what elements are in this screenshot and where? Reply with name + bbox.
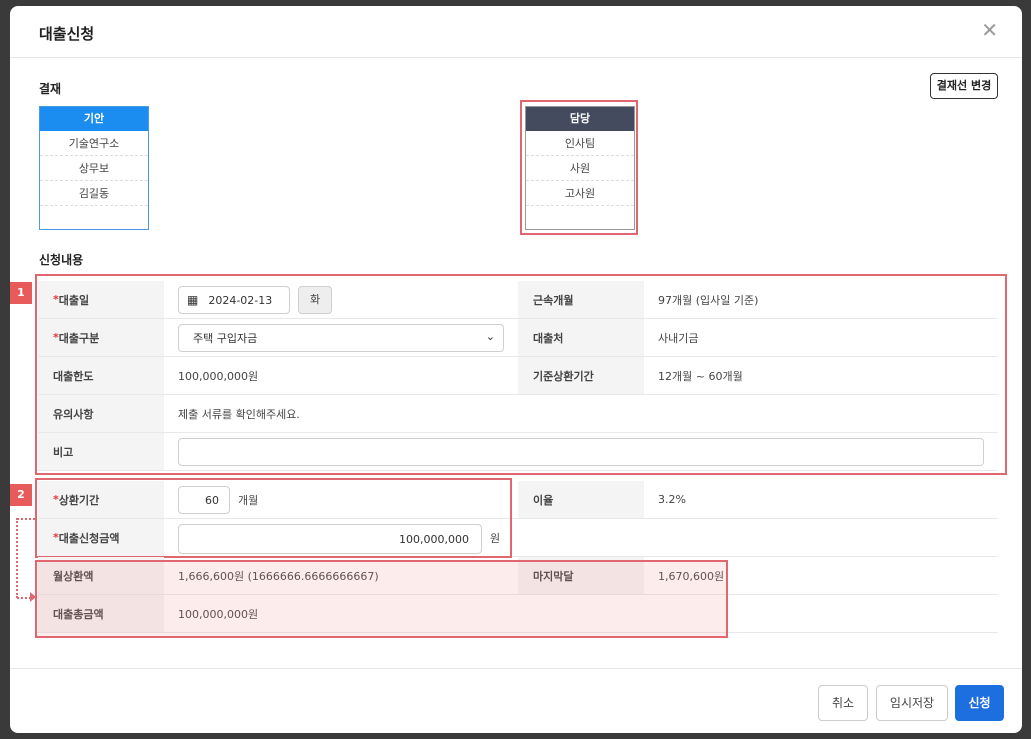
approval-section-label: 결재 — [39, 82, 62, 96]
content-section-label: 신청내용 — [39, 253, 84, 267]
modal-footer: 취소 임시저장 신청 — [10, 668, 1022, 733]
loan-application-modal: 대출신청 ✕ 결재 결재선 변경 기안 기술연구소 상무보 김길동 담당 인사팀… — [10, 6, 1022, 733]
charge-highlight — [520, 100, 638, 235]
draft-approval-box: 기안 기술연구소 상무보 김길동 — [39, 106, 149, 230]
save-draft-button[interactable]: 임시저장 — [876, 685, 948, 721]
submit-button[interactable]: 신청 — [955, 685, 1004, 721]
badge-1: 1 — [10, 282, 32, 304]
draft-row-position: 상무보 — [40, 156, 148, 181]
highlight-box-1 — [35, 274, 1007, 475]
draft-header: 기안 — [40, 107, 148, 131]
interest-label: 이율 — [518, 481, 644, 518]
close-icon[interactable]: ✕ — [981, 20, 998, 40]
draft-row-name: 김길동 — [40, 181, 148, 206]
highlight-box-2 — [35, 478, 512, 558]
badge-2: 2 — [10, 484, 32, 506]
connector-bottom — [17, 597, 31, 599]
draft-row-dept: 기술연구소 — [40, 131, 148, 156]
connector-vertical — [16, 518, 18, 598]
connector-arrow-icon — [30, 592, 36, 602]
highlight-result-box — [35, 560, 728, 638]
modal-title: 대출신청 — [39, 25, 95, 43]
connector-top — [17, 518, 35, 520]
interest-value: 3.2% — [658, 493, 686, 506]
change-approval-line-button[interactable]: 결재선 변경 — [930, 73, 998, 99]
cancel-button[interactable]: 취소 — [818, 685, 868, 721]
modal-header: 대출신청 ✕ — [10, 6, 1022, 58]
